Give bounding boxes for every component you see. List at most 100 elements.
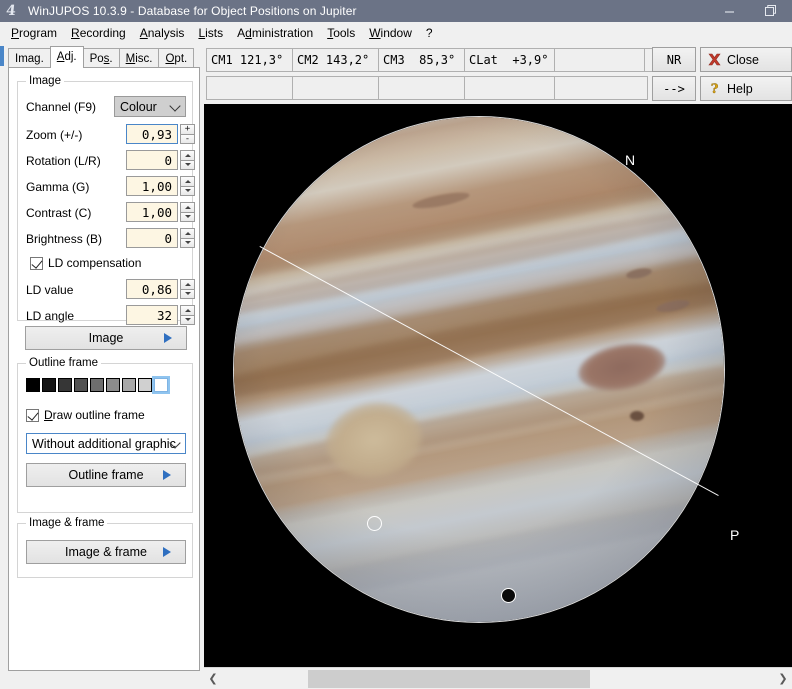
ld-value-label: LD value [26,283,74,297]
nr-button[interactable]: NR [652,47,696,72]
blank-field-6 [464,76,558,100]
gamma-label: Gamma (G) [26,180,90,194]
swatch-7[interactable] [138,378,152,392]
tab-adj[interactable]: Adj. [49,46,84,68]
swatch-0[interactable] [26,378,40,392]
tab-pos[interactable]: Pos. [82,48,120,68]
rotation-input[interactable]: 0 [126,150,178,170]
zoom-decrease-button[interactable]: - [180,133,195,144]
brightness-stepper[interactable] [180,228,195,248]
tab-strip: Imag. Adj. Pos. Misc. Opt. [8,46,198,68]
brightness-up-button[interactable] [180,228,195,238]
ld-angle-label: LD angle [26,309,75,323]
menu-item-recording[interactable]: Recording [64,24,133,42]
scrollbar-thumb[interactable] [308,669,590,688]
rotation-down-button[interactable] [180,159,195,170]
blank-field-5 [378,76,468,100]
rotation-stepper[interactable] [180,150,195,170]
contrast-input[interactable]: 1,00 [126,202,178,222]
image-button[interactable]: Image [25,326,187,350]
image-canvas[interactable]: N P [204,104,792,667]
channel-label: Channel (F9) [26,100,97,114]
outline-frame-button[interactable]: Outline frame [26,463,186,487]
brightness-input[interactable]: 0 [126,228,178,248]
contrast-up-button[interactable] [180,202,195,212]
ld-angle-stepper[interactable] [180,305,195,325]
status-toolbar: CM1 121,3° CM2 143,2° CM3 85,3° CLat +3,… [204,46,792,102]
cm3-field: CM3 85,3° [378,48,468,72]
scrollbar-track[interactable] [222,667,774,689]
tab-misc[interactable]: Misc. [118,48,160,68]
ld-angle-value: 32 [156,307,172,323]
svg-text:?: ? [710,82,718,96]
menu-item-analysis[interactable]: Analysis [133,24,192,42]
title-bar: 4 WinJUPOS 10.3.9 - Database for Object … [0,0,792,22]
swatch-6[interactable] [122,378,136,392]
help-button[interactable]: ? Help [700,76,792,101]
gamma-stepper[interactable] [180,176,195,196]
scroll-left-icon[interactable]: ❮ [204,668,222,689]
gamma-down-button[interactable] [180,185,195,196]
contrast-stepper[interactable] [180,202,195,222]
checkbox-box [26,408,39,422]
ld-value-up-button[interactable] [180,279,195,289]
swatch-2[interactable] [58,378,72,392]
brightness-down-button[interactable] [180,237,195,248]
menu-item-window[interactable]: Window [362,24,419,42]
blank-field-4 [292,76,382,100]
close-button[interactable]: Close [700,47,792,72]
menu-item-program[interactable]: PProgramrogram [4,24,64,42]
gamma-value: 1,00 [141,178,172,194]
zoom-stepper[interactable]: + - [180,124,195,144]
ld-value-stepper[interactable] [180,279,195,299]
limb-darkening [234,117,724,622]
red-x-icon [701,52,727,67]
ld-angle-down-button[interactable] [180,314,195,325]
gamma-up-button[interactable] [180,176,195,186]
swatch-5[interactable] [106,378,120,392]
tab-opt[interactable]: Opt. [158,48,195,68]
image-group-title: Image [26,75,64,87]
winjupos-window: 4 WinJUPOS 10.3.9 - Database for Object … [0,0,792,689]
menu-item-tools[interactable]: Tools [320,24,362,42]
jupiter-disc [234,117,724,622]
additional-graphic-select[interactable]: Without additional graphic [26,433,186,454]
swatch-4[interactable] [90,378,104,392]
blank-field-7 [554,76,648,100]
minimize-icon[interactable] [708,0,750,22]
shadow-marker [501,588,516,603]
draw-outline-frame-checkbox[interactable]: Draw outline frame [26,408,145,422]
position-angle-label: P [730,527,740,543]
cm2-field: CM2 143,2° [292,48,382,72]
menu-item-help[interactable]: ? [419,24,440,42]
outline-color-swatches[interactable] [26,376,170,394]
question-mark-icon: ? [701,81,727,96]
gamma-input[interactable]: 1,00 [126,176,178,196]
menu-item-administration[interactable]: Administration [230,24,320,42]
image-button-label: Image [88,331,124,345]
panel-accent-bar [0,46,4,66]
horizontal-scrollbar[interactable]: ❮ ❯ [204,667,792,689]
image-and-frame-button[interactable]: Image & frame [26,540,186,564]
advance-button[interactable]: --> [652,76,696,101]
menu-item-lists[interactable]: Lists [191,24,230,42]
channel-select[interactable]: Colour [114,96,186,117]
zoom-increase-button[interactable]: + [180,124,195,134]
ld-angle-up-button[interactable] [180,305,195,315]
swatch-3[interactable] [74,378,88,392]
ld-compensation-checkbox[interactable]: LD compensation [30,256,141,270]
scroll-right-icon[interactable]: ❯ [774,668,792,689]
outline-frame-button-label: Outline frame [68,468,144,482]
ld-value-value: 0,86 [141,281,172,297]
rotation-label: Rotation (L/R) [26,154,101,168]
ld-angle-input[interactable]: 32 [126,305,178,325]
rotation-up-button[interactable] [180,150,195,160]
restore-icon[interactable] [750,0,792,22]
swatch-8-selected[interactable] [152,376,170,394]
contrast-down-button[interactable] [180,211,195,222]
tab-imag[interactable]: Imag. [8,48,51,68]
swatch-1[interactable] [42,378,56,392]
zoom-input[interactable]: 0,93 [126,124,178,144]
ld-value-down-button[interactable] [180,288,195,299]
ld-value-input[interactable]: 0,86 [126,279,178,299]
